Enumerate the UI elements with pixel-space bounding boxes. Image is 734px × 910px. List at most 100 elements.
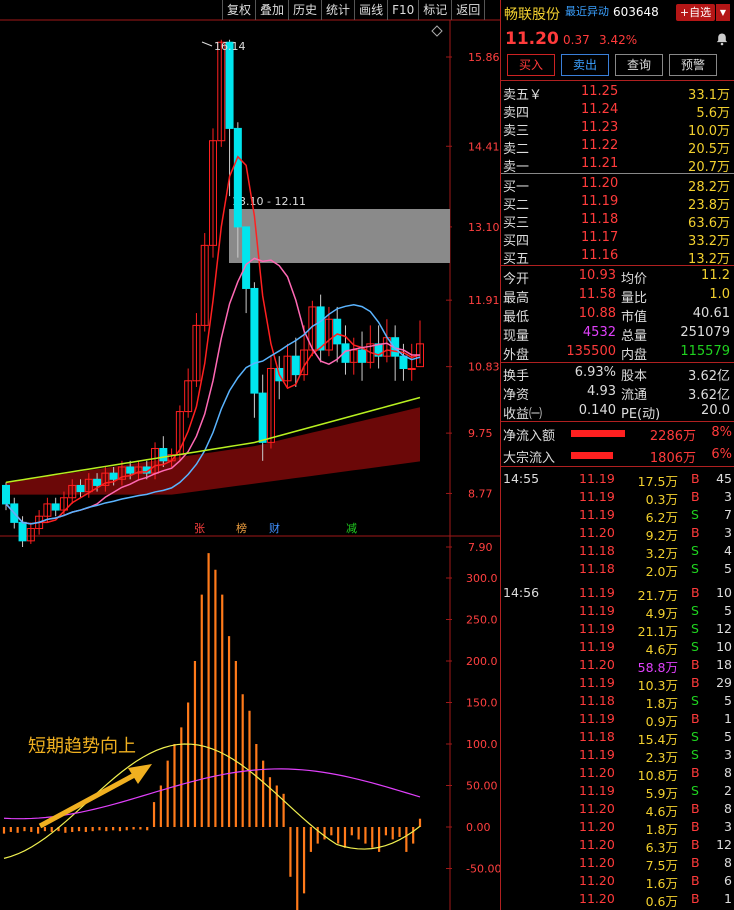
tick-price: 11.19 — [579, 603, 615, 618]
price-axis-label: 7.90 — [468, 541, 493, 554]
candle[interactable] — [407, 343, 416, 381]
bid-label: 买五 — [503, 252, 530, 267]
stat-row: 现量 4532 总量 251079 — [501, 324, 734, 344]
tick-count: 3 — [724, 747, 732, 762]
alert-button[interactable]: 预警 — [669, 54, 717, 76]
stat-label: 外盘 — [503, 348, 530, 363]
ask-row[interactable]: 卖一 11.21 20.7万 — [501, 155, 734, 175]
toolbar-button-7[interactable]: 返回 — [452, 0, 486, 20]
kline-chart[interactable]: 15.86 14.41 13.10 11.91 10.83 9.75 8.77 7.90 300… — [0, 0, 500, 910]
candle[interactable] — [266, 356, 275, 449]
tick-price: 11.20 — [579, 765, 615, 780]
flow-row: 大宗流入 1806万 6% — [501, 444, 734, 466]
candle[interactable] — [51, 497, 60, 517]
candle[interactable] — [416, 320, 424, 368]
stat-value: 3.62亿 — [688, 388, 730, 403]
tick-row: 11.20 10.8万 B 8 — [501, 764, 734, 783]
candle[interactable] — [184, 368, 193, 418]
candle[interactable] — [391, 325, 400, 381]
price-change: 0.37 — [563, 33, 590, 47]
candle[interactable] — [200, 233, 209, 332]
tick-count: 12 — [716, 621, 732, 636]
candle[interactable] — [18, 516, 27, 547]
ask-row[interactable]: 卖四 11.24 5.6万 — [501, 101, 734, 121]
candle[interactable] — [283, 343, 292, 387]
kline-chart-area[interactable]: 15.86 14.41 13.10 11.91 10.83 9.75 8.77 7.90 300… — [0, 0, 500, 910]
price-axis-label: 10.83 — [468, 361, 500, 374]
bell-icon[interactable] — [715, 32, 729, 46]
stock-name: 畅联股份 — [504, 7, 560, 23]
stat-row: 今开 10.93 均价 11.2 — [501, 267, 734, 287]
event-marker[interactable]: 张 — [194, 522, 205, 535]
stat-label: 收益㈠ — [503, 407, 543, 422]
toolbar-button-5[interactable]: F10 — [388, 0, 420, 20]
recent-move-tag[interactable]: 最近异动 — [565, 3, 609, 19]
bid-row[interactable]: 买三 11.18 63.6万 — [501, 211, 734, 231]
candle[interactable] — [374, 325, 383, 369]
candle[interactable] — [358, 331, 367, 381]
price-row: 11.20 0.37 3.42% — [501, 24, 734, 52]
ask-row[interactable]: 卖二 11.22 20.5万 — [501, 137, 734, 157]
bid-row[interactable]: 买四 11.17 33.2万 — [501, 229, 734, 249]
stat-row: 最低 10.88 市值 40.61 — [501, 305, 734, 325]
tick-price: 11.19 — [579, 675, 615, 690]
toolbar-button-0[interactable]: 复权 — [223, 0, 257, 20]
toolbar-button-4[interactable]: 画线 — [355, 0, 389, 20]
stat-label: 总量 — [621, 329, 648, 344]
candle[interactable] — [192, 313, 201, 387]
stock-header: 畅联股份 最近异动 603648 +自选 ▼ — [501, 0, 734, 24]
tick-list[interactable]: 14:55 11.19 17.5万 B 45 11.19 0.3万 B 3 11.19 6.2万 S 7… — [501, 467, 734, 909]
buy-button[interactable]: 买入 — [507, 54, 555, 76]
candle[interactable] — [59, 491, 68, 517]
ask-row[interactable]: 卖五￥ 11.25 33.1万 — [501, 83, 734, 103]
stat-label: 流通 — [621, 388, 648, 403]
tick-row: 11.19 0.9万 B 1 — [501, 710, 734, 729]
tick-count: 8 — [724, 855, 732, 870]
tick-row: 11.19 6.2万 S 7 — [501, 506, 734, 525]
tick-row: 11.18 2.0万 S 5 — [501, 560, 734, 579]
bid-row[interactable]: 买二 11.19 23.8万 — [501, 193, 734, 213]
toolbar-button-2[interactable]: 历史 — [289, 0, 323, 20]
query-button[interactable]: 查询 — [615, 54, 663, 76]
candle[interactable] — [225, 39, 234, 197]
stat-value: 115579 — [680, 344, 730, 359]
tick-count: 3 — [724, 489, 732, 504]
tick-direction: S — [691, 561, 699, 576]
volume-axis-label: 100.0 — [466, 738, 498, 751]
tick-row: 11.20 7.5万 B 8 — [501, 854, 734, 873]
bid-price: 11.18 — [581, 212, 619, 227]
stat-label: PE(动) — [621, 407, 661, 422]
event-marker[interactable]: 减 — [346, 522, 357, 535]
tick-price: 11.18 — [579, 693, 615, 708]
event-marker[interactable]: 榜 — [236, 521, 247, 535]
candle[interactable] — [316, 294, 325, 363]
tick-direction: B — [691, 525, 700, 540]
candle[interactable] — [217, 39, 226, 147]
candle[interactable] — [26, 522, 35, 544]
candle[interactable] — [250, 282, 259, 418]
sell-button[interactable]: 卖出 — [561, 54, 609, 76]
indicator-yellow-line — [3, 743, 421, 859]
tick-row: 14:55 11.19 17.5万 B 45 — [501, 470, 734, 489]
candle[interactable] — [209, 128, 217, 258]
bid-row[interactable]: 买一 11.20 28.2万 — [501, 175, 734, 195]
favorite-dropdown-icon[interactable]: ▼ — [716, 4, 730, 21]
flow-value: 1806万 — [649, 451, 696, 466]
bid-price: 11.20 — [581, 176, 619, 191]
bid-row[interactable]: 买五 11.16 13.2万 — [501, 247, 734, 267]
volume-axis-label: 0.00 — [466, 821, 491, 834]
add-favorite-button[interactable]: +自选 — [676, 4, 715, 21]
tick-price: 11.20 — [579, 873, 615, 888]
tick-row: 11.20 4.6万 B 8 — [501, 800, 734, 819]
toolbar-button-3[interactable]: 统计 — [322, 0, 356, 20]
tick-direction: B — [691, 471, 700, 486]
ask-row[interactable]: 卖三 11.23 10.0万 — [501, 119, 734, 139]
settings-diamond-icon[interactable] — [431, 25, 443, 37]
price-axis-label: 14.41 — [468, 140, 500, 153]
toolbar-button-6[interactable]: 标记 — [419, 0, 453, 20]
event-marker[interactable]: 财 — [269, 521, 280, 535]
tick-row: 11.19 21.1万 S 12 — [501, 620, 734, 639]
price-change-pct: 3.42% — [599, 33, 638, 47]
toolbar-button-1[interactable]: 叠加 — [256, 0, 290, 20]
trade-buttons: 买入 卖出 查询 预警 — [501, 52, 734, 80]
